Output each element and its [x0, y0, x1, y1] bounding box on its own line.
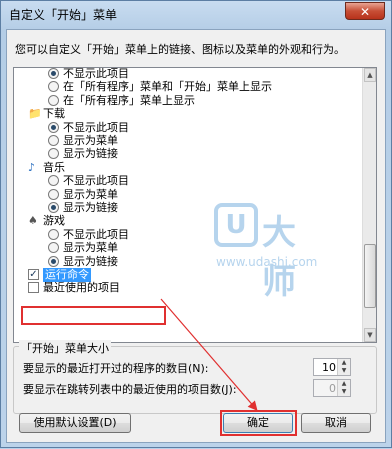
option-label: 在「所有程序」菜单上显示: [63, 93, 195, 107]
checkbox-label: 最近使用的项目: [43, 281, 120, 295]
use-defaults-button[interactable]: 使用默认设置(D): [19, 413, 131, 433]
option-label: 不显示此项目: [63, 174, 129, 188]
recent-programs-spinner[interactable]: 10 ▲ ▼: [313, 358, 351, 376]
radio-selected-icon[interactable]: [48, 255, 59, 267]
radio-icon[interactable]: [48, 175, 59, 187]
option-label: 不显示此项目: [63, 120, 129, 134]
checkbox-checked-icon[interactable]: ✓: [28, 269, 39, 280]
radio-icon[interactable]: [48, 188, 59, 200]
menu-size-title: 「开始」菜单大小: [19, 340, 111, 356]
spin-down-icon[interactable]: ▼: [337, 367, 350, 375]
cancel-button[interactable]: 取消: [301, 413, 371, 433]
music-note-icon: ♪: [28, 160, 36, 174]
radio-icon[interactable]: [48, 94, 59, 106]
vertical-scrollbar[interactable]: ▲ ▼: [362, 68, 376, 342]
option-label: 不显示此项目: [63, 67, 129, 80]
menu-size-group: 「开始」菜单大小 要显示的最近打开过的程序的数目(N): 10 ▲ ▼ 要显示在…: [13, 339, 379, 421]
watermark-brand: 大师: [262, 213, 296, 302]
game-controller-icon: ♠: [28, 214, 38, 228]
option-label: 显示为链接: [63, 147, 118, 161]
radio-icon[interactable]: [48, 148, 59, 160]
run-command-highlight-box: [21, 306, 166, 325]
option-label: 在「所有程序」菜单和「开始」菜单上显示: [63, 80, 272, 94]
option-label: 显示为链接: [63, 201, 118, 214]
radio-selected-icon[interactable]: [48, 68, 59, 79]
spin-up-icon[interactable]: ▲: [337, 380, 350, 388]
radio-icon[interactable]: [48, 81, 59, 93]
watermark-logo: U: [214, 203, 258, 247]
recent-programs-label: 要显示的最近打开过的程序的数目(N):: [23, 362, 209, 375]
spin-down-icon[interactable]: ▼: [337, 388, 350, 396]
option-label: 显示为菜单: [63, 134, 118, 147]
scrollbar-thumb[interactable]: [364, 244, 376, 308]
radio-selected-icon[interactable]: [48, 121, 59, 133]
option-label: 显示为菜单: [63, 241, 118, 255]
radio-selected-icon[interactable]: [48, 202, 59, 213]
option-label: 显示为链接: [63, 254, 118, 268]
category-label: 游戏: [43, 214, 65, 228]
radio-icon[interactable]: [48, 135, 59, 146]
close-button[interactable]: ✕: [345, 2, 385, 20]
window-title: 自定义「开始」菜单: [9, 8, 118, 22]
scroll-up-arrow-icon[interactable]: ▲: [364, 68, 376, 82]
option-label: 不显示此项目: [63, 227, 129, 241]
dialog-client-area: 您可以自定义「开始」菜单上的链接、图标以及菜单的外观和行为。 ▲ ▼ U 大师 …: [6, 29, 386, 443]
jumplist-items-spinner[interactable]: 0 ▲ ▼: [313, 379, 351, 397]
dialog-description: 您可以自定义「开始」菜单上的链接、图标以及菜单的外观和行为。: [15, 43, 345, 56]
recent-programs-value: 10: [322, 361, 336, 374]
start-menu-options-list[interactable]: ▲ ▼ U 大师 www.udashi.com 不显示此项目 在「所有程序」菜单和…: [13, 67, 377, 343]
jumplist-items-value: 0: [329, 382, 336, 395]
radio-icon[interactable]: [48, 242, 59, 254]
watermark-url: www.udashi.com: [216, 255, 318, 269]
folder-download-icon: 📁: [28, 107, 42, 121]
jumplist-items-label: 要显示在跳转列表中的最近使用的项目数(J):: [23, 383, 237, 396]
option-label: 显示为菜单: [63, 187, 118, 201]
radio-icon[interactable]: [48, 228, 59, 240]
customize-start-menu-dialog: 自定义「开始」菜单 ✕ 您可以自定义「开始」菜单上的链接、图标以及菜单的外观和行…: [0, 0, 392, 448]
ok-button-highlight-box: [220, 410, 297, 436]
checkbox-label: 运行命令: [43, 268, 91, 282]
category-label: 音乐: [43, 160, 65, 174]
category-label: 下载: [43, 107, 65, 121]
title-bar: 自定义「开始」菜单 ✕: [1, 1, 391, 29]
checkbox-icon[interactable]: [28, 282, 39, 294]
spin-up-icon[interactable]: ▲: [337, 359, 350, 367]
